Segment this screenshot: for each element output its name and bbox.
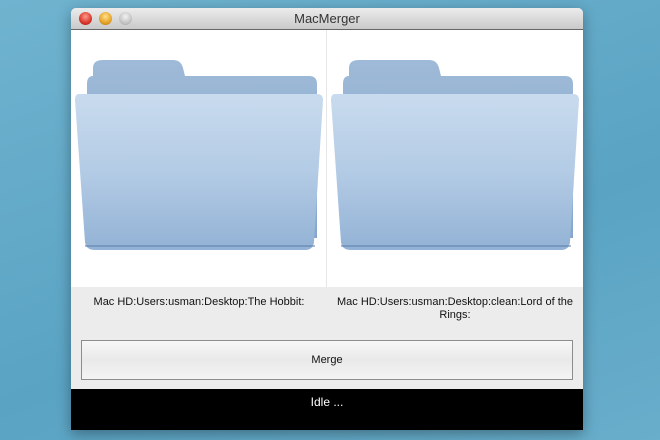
title-bar[interactable]: MacMerger <box>71 8 583 30</box>
window-title: MacMerger <box>294 11 360 26</box>
left-folder-path: Mac HD:Users:usman:Desktop:The Hobbit: <box>93 296 305 308</box>
folder-icon <box>75 60 323 250</box>
status-bar: Idle ... <box>71 389 583 430</box>
source-folder-drop-right[interactable] <box>327 30 583 287</box>
right-folder-path: Mac HD:Users:usman:Desktop:clean:Lord of… <box>337 296 573 321</box>
merge-button[interactable]: Merge <box>81 340 573 380</box>
app-window: MacMerger Mac HD:Users:usman:Desktop:The… <box>71 8 583 430</box>
folder-icon <box>331 60 579 250</box>
source-folder-drop-left[interactable] <box>71 30 327 287</box>
